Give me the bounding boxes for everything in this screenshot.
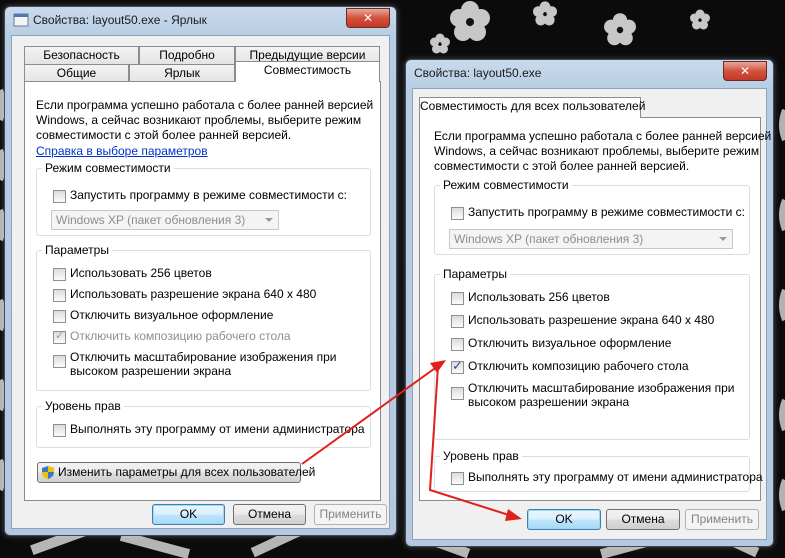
arrow-head-ok	[505, 509, 522, 521]
annotation-arrows	[301, 360, 522, 521]
arrow-to-ok	[428, 365, 513, 517]
tab-compat-all-users[interactable]: Совместимость для всех пользователей	[419, 97, 645, 118]
arrow-to-composition	[301, 365, 439, 465]
tab-compatibility[interactable]: Совместимость	[235, 61, 380, 82]
